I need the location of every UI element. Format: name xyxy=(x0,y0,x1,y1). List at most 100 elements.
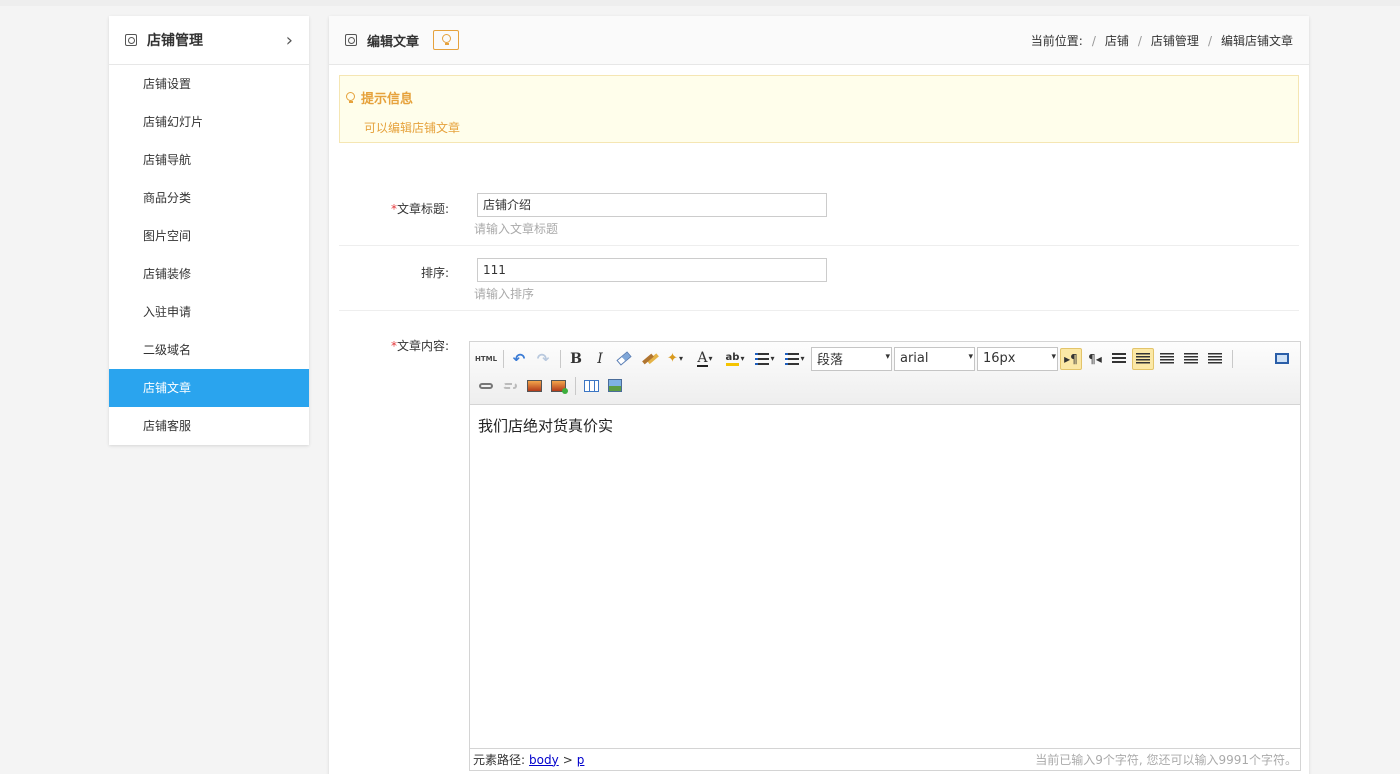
picture-icon xyxy=(608,379,622,392)
toolbar-separator xyxy=(503,349,504,368)
rich-text-editor: HTML ↶ ↷ B I ✦ A ab 段落 arial 16px xyxy=(469,341,1301,771)
path-separator: > xyxy=(562,752,573,767)
notice-title: 提示信息 xyxy=(346,88,1292,107)
redo-icon: ↷ xyxy=(536,349,550,368)
editor-statusbar: 元素路径: body > p 当前已输入9个字符, 您还可以输入9991个字符。 xyxy=(470,748,1300,770)
sidebar-item-store-settings[interactable]: 店铺设置 xyxy=(109,65,309,103)
ltr-icon: ▸¶ xyxy=(1064,351,1078,366)
indent-icon xyxy=(1112,352,1126,365)
sidebar-item-settle-apply[interactable]: 入驻申请 xyxy=(109,293,309,331)
italic-icon: I xyxy=(597,350,603,367)
sort-input[interactable]: 111 xyxy=(477,258,827,282)
unordered-list-icon xyxy=(785,352,800,365)
path-link-p[interactable]: p xyxy=(577,753,585,767)
sidebar-item-customer-service[interactable]: 店铺客服 xyxy=(109,407,309,445)
insert-table-button[interactable] xyxy=(580,375,602,397)
paragraph-select[interactable]: 段落 xyxy=(811,346,892,371)
title-label: *文章标题: xyxy=(391,200,449,217)
path-link-body[interactable]: body xyxy=(529,753,559,767)
notice-box: 提示信息 可以编辑店铺文章 xyxy=(339,75,1299,143)
sidebar-item-store-navigation[interactable]: 店铺导航 xyxy=(109,141,309,179)
form-row-content: *文章内容: HTML ↶ ↷ B I ✦ A ab xyxy=(339,311,1301,774)
insert-link-button[interactable] xyxy=(475,375,497,397)
rtl-direction-button[interactable]: ¶◂ xyxy=(1084,348,1106,370)
auto-typeset-button[interactable]: ✦ xyxy=(661,348,689,370)
char-count: 当前已输入9个字符, 您还可以输入9991个字符。 xyxy=(1035,753,1297,767)
toolbar-separator xyxy=(560,349,561,368)
sidebar-header[interactable]: 店铺管理 › xyxy=(109,16,309,65)
top-strip xyxy=(0,0,1400,6)
italic-button[interactable]: I xyxy=(589,348,611,370)
lightbulb-icon xyxy=(441,34,451,46)
align-right-button[interactable] xyxy=(1180,348,1202,370)
align-justify-button[interactable] xyxy=(1204,348,1226,370)
form-row-title: *文章标题: 店铺介绍 请输入文章标题 xyxy=(339,193,1299,246)
tip-toggle-button[interactable] xyxy=(433,30,460,50)
toolbar-row-2 xyxy=(475,372,1295,399)
align-center-button[interactable] xyxy=(1156,348,1178,370)
font-family-select[interactable]: arial xyxy=(894,346,975,371)
indent-button[interactable] xyxy=(1108,348,1130,370)
breadcrumb-prefix: 当前位置: xyxy=(1030,34,1083,48)
sidebar-item-store-decoration[interactable]: 店铺装修 xyxy=(109,255,309,293)
align-right-icon xyxy=(1184,353,1198,364)
unordered-list-button[interactable] xyxy=(781,348,809,370)
undo-button[interactable]: ↶ xyxy=(508,348,530,370)
ordered-list-button[interactable] xyxy=(751,348,779,370)
fullscreen-button[interactable] xyxy=(1271,348,1293,370)
lightbulb-icon xyxy=(346,91,355,104)
font-size-select[interactable]: 16px xyxy=(977,346,1058,371)
fullscreen-icon xyxy=(1275,353,1289,364)
chevron-right-icon[interactable]: › xyxy=(286,30,293,51)
align-justify-icon xyxy=(1208,353,1222,364)
rtl-icon: ¶◂ xyxy=(1088,351,1102,366)
table-icon xyxy=(583,379,599,392)
element-path-label: 元素路径: xyxy=(473,753,526,767)
bold-icon: B xyxy=(570,350,582,367)
font-color-button[interactable]: A xyxy=(691,348,719,370)
align-center-icon xyxy=(1160,353,1174,364)
html-icon: HTML xyxy=(474,354,498,363)
eraser-icon xyxy=(616,351,632,366)
remove-format-button[interactable] xyxy=(613,348,635,370)
image-gallery-button[interactable] xyxy=(604,375,626,397)
store-icon xyxy=(345,34,357,46)
editor-content[interactable]: 我们店绝对货真价实 xyxy=(470,405,1300,446)
toolbar-row-1: HTML ↶ ↷ B I ✦ A ab 段落 arial 16px xyxy=(475,345,1295,372)
toolbar-separator xyxy=(575,376,576,395)
main-header: 编辑文章 当前位置: / 店铺 / 店铺管理 / 编辑店铺文章 xyxy=(329,16,1309,65)
breadcrumb-separator: / xyxy=(1137,33,1142,48)
notice-title-text: 提示信息 xyxy=(361,92,414,107)
sidebar-title: 店铺管理 xyxy=(147,33,203,49)
image-icon xyxy=(526,379,542,392)
page-title: 编辑文章 xyxy=(367,34,420,50)
brush-icon xyxy=(642,353,654,364)
html-source-button[interactable]: HTML xyxy=(475,348,497,370)
bold-button[interactable]: B xyxy=(565,348,587,370)
title-input[interactable]: 店铺介绍 xyxy=(477,193,827,217)
sidebar-item-store-articles[interactable]: 店铺文章 xyxy=(109,369,309,407)
content-label: *文章内容: xyxy=(391,337,449,354)
sort-hint: 请输入排序 xyxy=(474,287,535,301)
title-hint: 请输入文章标题 xyxy=(474,222,559,236)
breadcrumb-item-store-management[interactable]: 店铺管理 xyxy=(1151,32,1199,49)
breadcrumb-item-store[interactable]: 店铺 xyxy=(1105,32,1129,49)
sidebar-item-image-space[interactable]: 图片空间 xyxy=(109,217,309,255)
background-color-button[interactable]: ab xyxy=(721,348,749,370)
sidebar: 店铺管理 › 店铺设置 店铺幻灯片 店铺导航 商品分类 图片空间 店铺装修 入驻… xyxy=(109,16,309,445)
redo-button[interactable]: ↷ xyxy=(532,348,554,370)
format-brush-button[interactable] xyxy=(637,348,659,370)
sidebar-item-store-slides[interactable]: 店铺幻灯片 xyxy=(109,103,309,141)
breadcrumb-item-edit-article: 编辑店铺文章 xyxy=(1220,34,1293,48)
sidebar-item-subdomain[interactable]: 二级域名 xyxy=(109,331,309,369)
multi-image-button[interactable] xyxy=(547,375,569,397)
unlink-button[interactable] xyxy=(499,375,521,397)
sidebar-item-product-category[interactable]: 商品分类 xyxy=(109,179,309,217)
magic-wand-icon: ✦ xyxy=(667,351,678,366)
font-color-icon: A xyxy=(697,349,708,367)
insert-image-button[interactable] xyxy=(523,375,545,397)
ltr-direction-button[interactable]: ▸¶ xyxy=(1060,347,1082,370)
editor-toolbar: HTML ↶ ↷ B I ✦ A ab 段落 arial 16px xyxy=(470,342,1300,405)
align-left-button[interactable] xyxy=(1132,347,1154,370)
align-left-icon xyxy=(1136,353,1150,364)
